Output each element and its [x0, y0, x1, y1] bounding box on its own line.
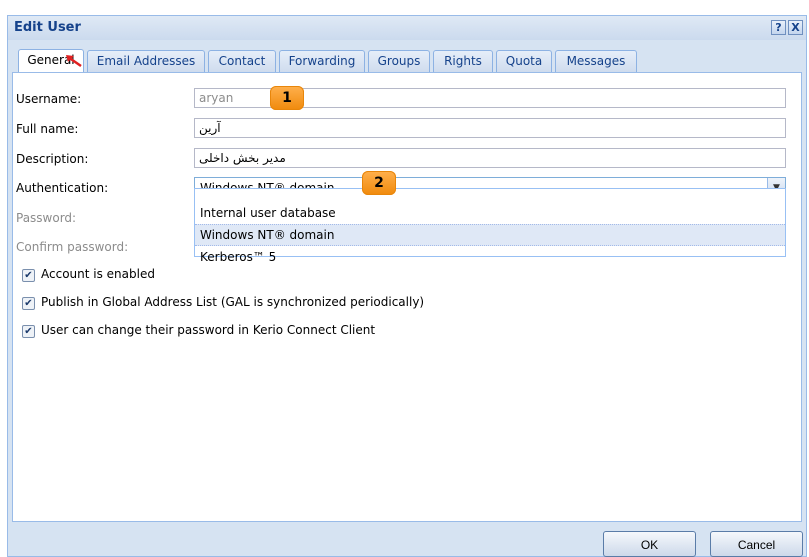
- publish-gal-label: Publish in Global Address List (GAL is s…: [41, 295, 425, 309]
- annotation-badge-1: 1: [270, 86, 304, 110]
- auth-option-internal[interactable]: Internal user database: [195, 202, 785, 224]
- description-label: Description:: [16, 152, 89, 166]
- auth-option-kerberos[interactable]: Kerberos™ 5: [195, 247, 785, 269]
- change-password-label: User can change their password in Kerio …: [41, 323, 376, 337]
- close-icon[interactable]: X: [788, 20, 803, 35]
- tab-forwarding[interactable]: Forwarding: [279, 50, 365, 72]
- tab-messages[interactable]: Messages: [555, 50, 637, 72]
- dialog-title: Edit User: [14, 20, 81, 35]
- password-label: Password:: [16, 211, 77, 225]
- fullname-field[interactable]: آرین: [194, 118, 786, 138]
- tab-groups[interactable]: Groups: [368, 50, 430, 72]
- username-label: Username:: [16, 92, 82, 106]
- checkmark-icon[interactable]: ✔: [22, 269, 35, 282]
- cancel-button[interactable]: Cancel: [710, 531, 803, 557]
- checkmark-icon[interactable]: ✔: [22, 325, 35, 338]
- confirm-password-label: Confirm password:: [16, 240, 129, 254]
- description-field[interactable]: مدیر بخش داخلی: [194, 148, 786, 168]
- tab-quota[interactable]: Quota: [496, 50, 552, 72]
- auth-option-kerberos-label: Kerberos™ 5: [200, 250, 277, 264]
- checkmark-icon[interactable]: ✔: [22, 297, 35, 310]
- red-arrow-icon: [66, 55, 82, 68]
- ok-button[interactable]: OK: [603, 531, 696, 557]
- tab-rights[interactable]: Rights: [433, 50, 493, 72]
- tab-contact[interactable]: Contact: [208, 50, 276, 72]
- authentication-dropdown: Internal user database Windows NT® domai…: [194, 188, 786, 263]
- auth-option-windows-nt[interactable]: Windows NT® domain: [195, 224, 785, 246]
- annotation-badge-2: 2: [362, 171, 396, 195]
- dialog-titlebar[interactable]: Edit User ? X: [8, 16, 806, 40]
- tab-email-addresses[interactable]: Email Addresses: [87, 50, 205, 72]
- authentication-label: Authentication:: [16, 181, 109, 195]
- fullname-label: Full name:: [16, 122, 79, 136]
- account-enabled-label: Account is enabled: [41, 267, 155, 281]
- tab-strip: General Email Addresses Contact Forwardi…: [12, 44, 802, 73]
- help-icon[interactable]: ?: [771, 20, 786, 35]
